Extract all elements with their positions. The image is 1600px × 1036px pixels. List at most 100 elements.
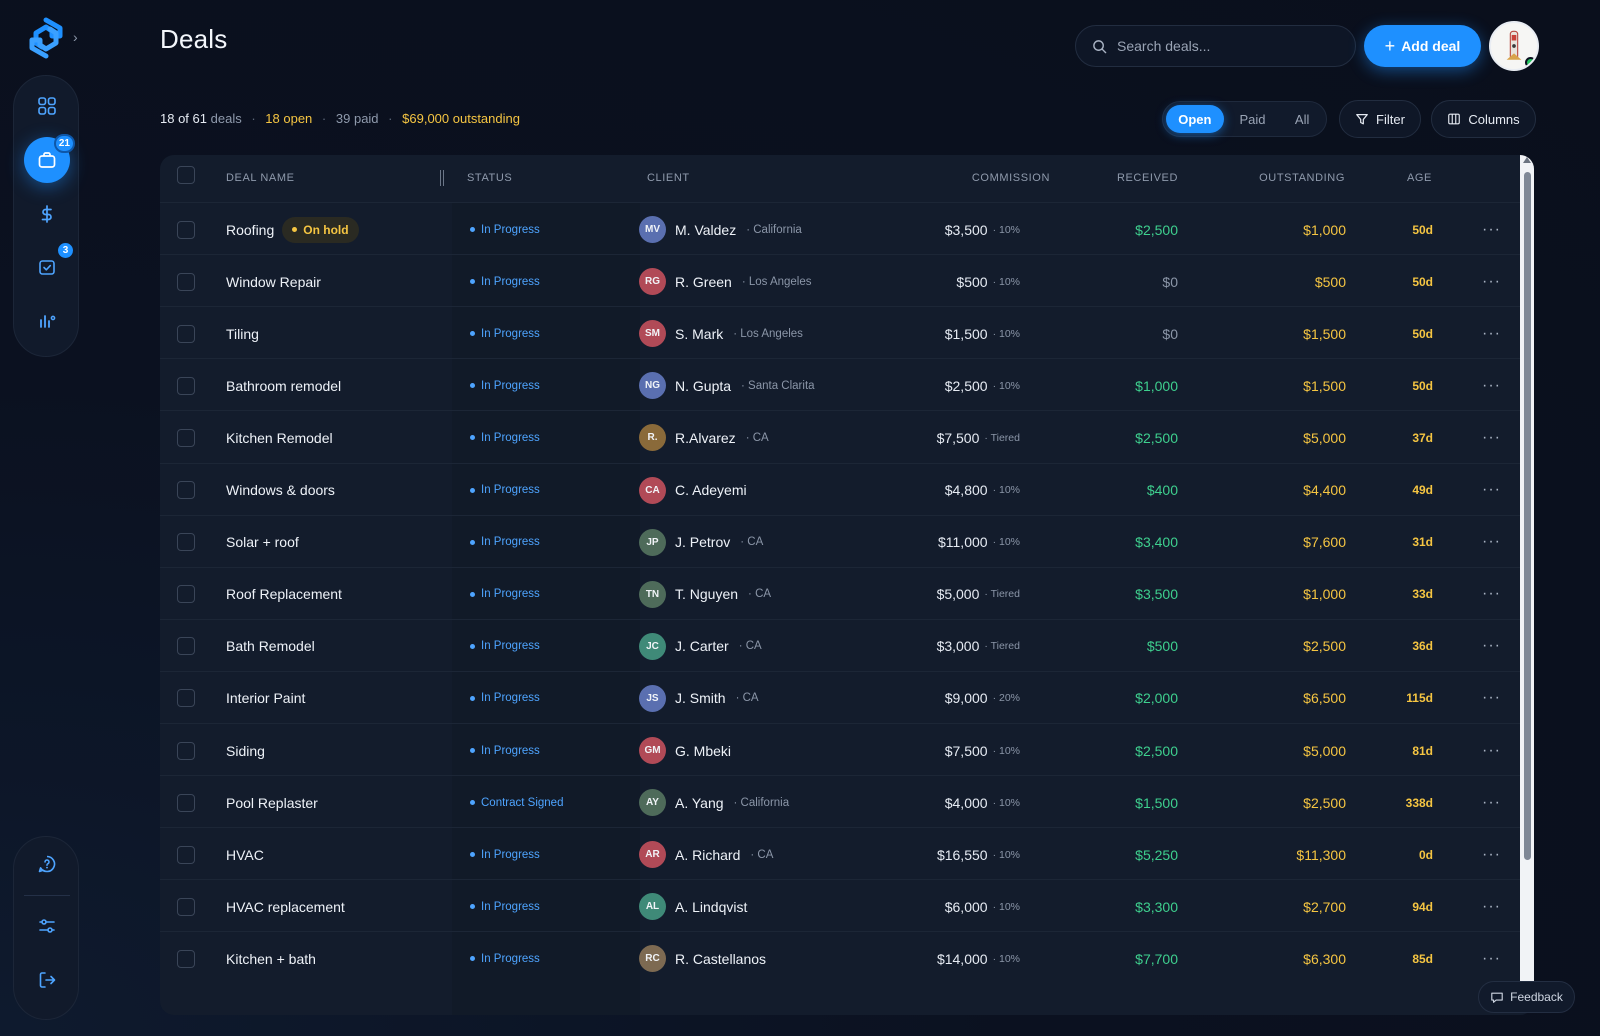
status-pill[interactable]: In Progress — [470, 745, 540, 757]
status-pill[interactable]: In Progress — [470, 692, 540, 704]
more-options-icon[interactable]: ··· — [1482, 533, 1501, 551]
status-pill[interactable]: In Progress — [470, 484, 540, 496]
status-pill[interactable]: Contract Signed — [470, 797, 563, 809]
nav-settings[interactable] — [24, 903, 70, 949]
client-name[interactable]: T. Nguyen — [675, 586, 738, 602]
row-checkbox[interactable] — [177, 585, 195, 604]
client-name[interactable]: A. Yang — [675, 795, 724, 811]
client-name[interactable]: N. Gupta — [675, 378, 731, 394]
row-checkbox[interactable] — [177, 845, 195, 864]
deal-name[interactable]: Pool Replaster — [226, 795, 318, 811]
row-checkbox[interactable] — [177, 949, 195, 968]
select-all-checkbox[interactable] — [177, 166, 195, 184]
deal-name[interactable]: Bath Remodel — [226, 638, 315, 654]
more-options-icon[interactable]: ··· — [1482, 429, 1501, 447]
tab-all[interactable]: All — [1281, 105, 1323, 133]
deal-name[interactable]: HVAC replacement — [226, 899, 345, 915]
status-pill[interactable]: In Progress — [470, 640, 540, 652]
user-avatar[interactable] — [1489, 21, 1539, 71]
table-row[interactable]: Solar + roof In Progress JP J. Petrov · CA $1… — [160, 514, 1520, 568]
header-outstanding[interactable]: OUTSTANDING — [1220, 172, 1345, 184]
row-checkbox[interactable] — [177, 220, 195, 239]
row-checkbox[interactable] — [177, 689, 195, 708]
more-options-icon[interactable]: ··· — [1482, 898, 1501, 916]
status-pill[interactable]: In Progress — [470, 953, 540, 965]
tab-open[interactable]: Open — [1166, 105, 1224, 133]
table-row[interactable]: Kitchen + bath In Progress RC R. Castellano… — [160, 931, 1520, 984]
table-row[interactable]: Pool Replaster Contract Signed AY A. Yang · … — [160, 775, 1520, 828]
status-pill[interactable]: In Progress — [470, 432, 540, 444]
status-pill[interactable]: In Progress — [470, 328, 540, 340]
deal-name[interactable]: Kitchen Remodel — [226, 430, 333, 446]
more-options-icon[interactable]: ··· — [1482, 585, 1501, 603]
table-row[interactable]: Windows & doors In Progress CA C. Adeyemi $4… — [160, 462, 1520, 516]
row-checkbox[interactable] — [177, 741, 195, 760]
status-pill[interactable]: In Progress — [470, 536, 540, 548]
table-row[interactable]: Window Repair In Progress RG R. Green · Los … — [160, 254, 1520, 307]
header-deal-name[interactable]: DEAL NAME — [226, 172, 295, 184]
deal-name[interactable]: Windows & doors — [226, 482, 335, 498]
table-row[interactable]: Siding In Progress GM G. Mbeki $7,500 · 10% $2… — [160, 723, 1520, 776]
client-name[interactable]: J. Petrov — [675, 534, 730, 550]
client-name[interactable]: G. Mbeki — [675, 743, 731, 759]
row-checkbox[interactable] — [177, 533, 195, 552]
more-options-icon[interactable]: ··· — [1482, 742, 1501, 760]
header-received[interactable]: RECEIVED — [1068, 172, 1178, 184]
header-age[interactable]: AGE — [1382, 172, 1432, 184]
deal-name[interactable]: Siding — [226, 743, 265, 759]
nav-deals[interactable]: 21 — [24, 134, 75, 183]
filter-button[interactable]: Filter — [1339, 100, 1421, 138]
nav-tasks[interactable]: 3 — [24, 241, 75, 290]
row-checkbox[interactable] — [177, 897, 195, 916]
table-row[interactable]: Tiling In Progress SM S. Mark · Los Angeles $… — [160, 306, 1520, 359]
sidebar-expand-chevron-icon[interactable]: › — [73, 29, 78, 45]
client-name[interactable]: J. Carter — [675, 638, 729, 654]
deal-name[interactable]: Bathroom remodel — [226, 378, 341, 394]
scrollbar-thumb[interactable] — [1524, 172, 1531, 860]
nav-logout[interactable] — [24, 957, 70, 1003]
status-pill[interactable]: In Progress — [470, 276, 540, 288]
row-checkbox[interactable] — [177, 428, 195, 447]
more-options-icon[interactable]: ··· — [1482, 950, 1501, 968]
deal-name[interactable]: Tiling — [226, 326, 259, 342]
client-name[interactable]: R. Green — [675, 274, 732, 290]
tab-paid[interactable]: Paid — [1224, 105, 1282, 133]
nav-help[interactable] — [24, 841, 70, 887]
row-checkbox[interactable] — [177, 637, 195, 656]
table-row[interactable]: HVAC In Progress AR A. Richard · CA $16,550 · … — [160, 827, 1520, 880]
feedback-button[interactable]: Feedback — [1478, 981, 1575, 1013]
table-row[interactable]: Bathroom remodel In Progress NG N. Gupta · S… — [160, 358, 1520, 411]
deal-name[interactable]: Roofing — [226, 222, 274, 238]
header-commission[interactable]: COMMISSION — [940, 172, 1050, 184]
row-checkbox[interactable] — [177, 324, 195, 343]
status-pill[interactable]: In Progress — [470, 224, 540, 236]
more-options-icon[interactable]: ··· — [1482, 637, 1501, 655]
search-input[interactable] — [1117, 38, 1337, 54]
scroll-up-arrow-icon[interactable] — [1523, 157, 1531, 163]
status-pill[interactable]: In Progress — [470, 849, 540, 861]
columns-button[interactable]: Columns — [1431, 100, 1536, 138]
header-client[interactable]: CLIENT — [647, 172, 690, 184]
table-row[interactable]: Interior Paint In Progress JS J. Smith · CA $… — [160, 670, 1520, 724]
more-options-icon[interactable]: ··· — [1482, 689, 1501, 707]
table-row[interactable]: Bath Remodel In Progress JC J. Carter · CA $3… — [160, 618, 1520, 672]
more-options-icon[interactable]: ··· — [1482, 846, 1501, 864]
more-options-icon[interactable]: ··· — [1482, 221, 1501, 239]
table-row[interactable]: Kitchen Remodel In Progress R. R.Alvarez · C… — [160, 410, 1520, 463]
deal-name[interactable]: Interior Paint — [226, 690, 305, 706]
client-name[interactable]: R.Alvarez — [675, 430, 736, 446]
client-name[interactable]: A. Lindqvist — [675, 899, 747, 915]
nav-payments[interactable] — [24, 191, 70, 237]
client-name[interactable]: J. Smith — [675, 690, 726, 706]
status-pill[interactable]: In Progress — [470, 901, 540, 913]
client-name[interactable]: R. Castellanos — [675, 951, 766, 967]
table-row[interactable]: Roof Replacement In Progress TN T. Nguyen · … — [160, 566, 1520, 620]
table-scrollbar[interactable] — [1520, 155, 1534, 995]
status-pill[interactable]: In Progress — [470, 588, 540, 600]
add-deal-button[interactable]: + Add deal — [1364, 25, 1481, 67]
more-options-icon[interactable]: ··· — [1482, 325, 1501, 343]
more-options-icon[interactable]: ··· — [1482, 377, 1501, 395]
client-name[interactable]: M. Valdez — [675, 222, 736, 238]
row-checkbox[interactable] — [177, 272, 195, 291]
table-row[interactable]: HVAC replacement In Progress AL A. Lindqvis… — [160, 879, 1520, 932]
